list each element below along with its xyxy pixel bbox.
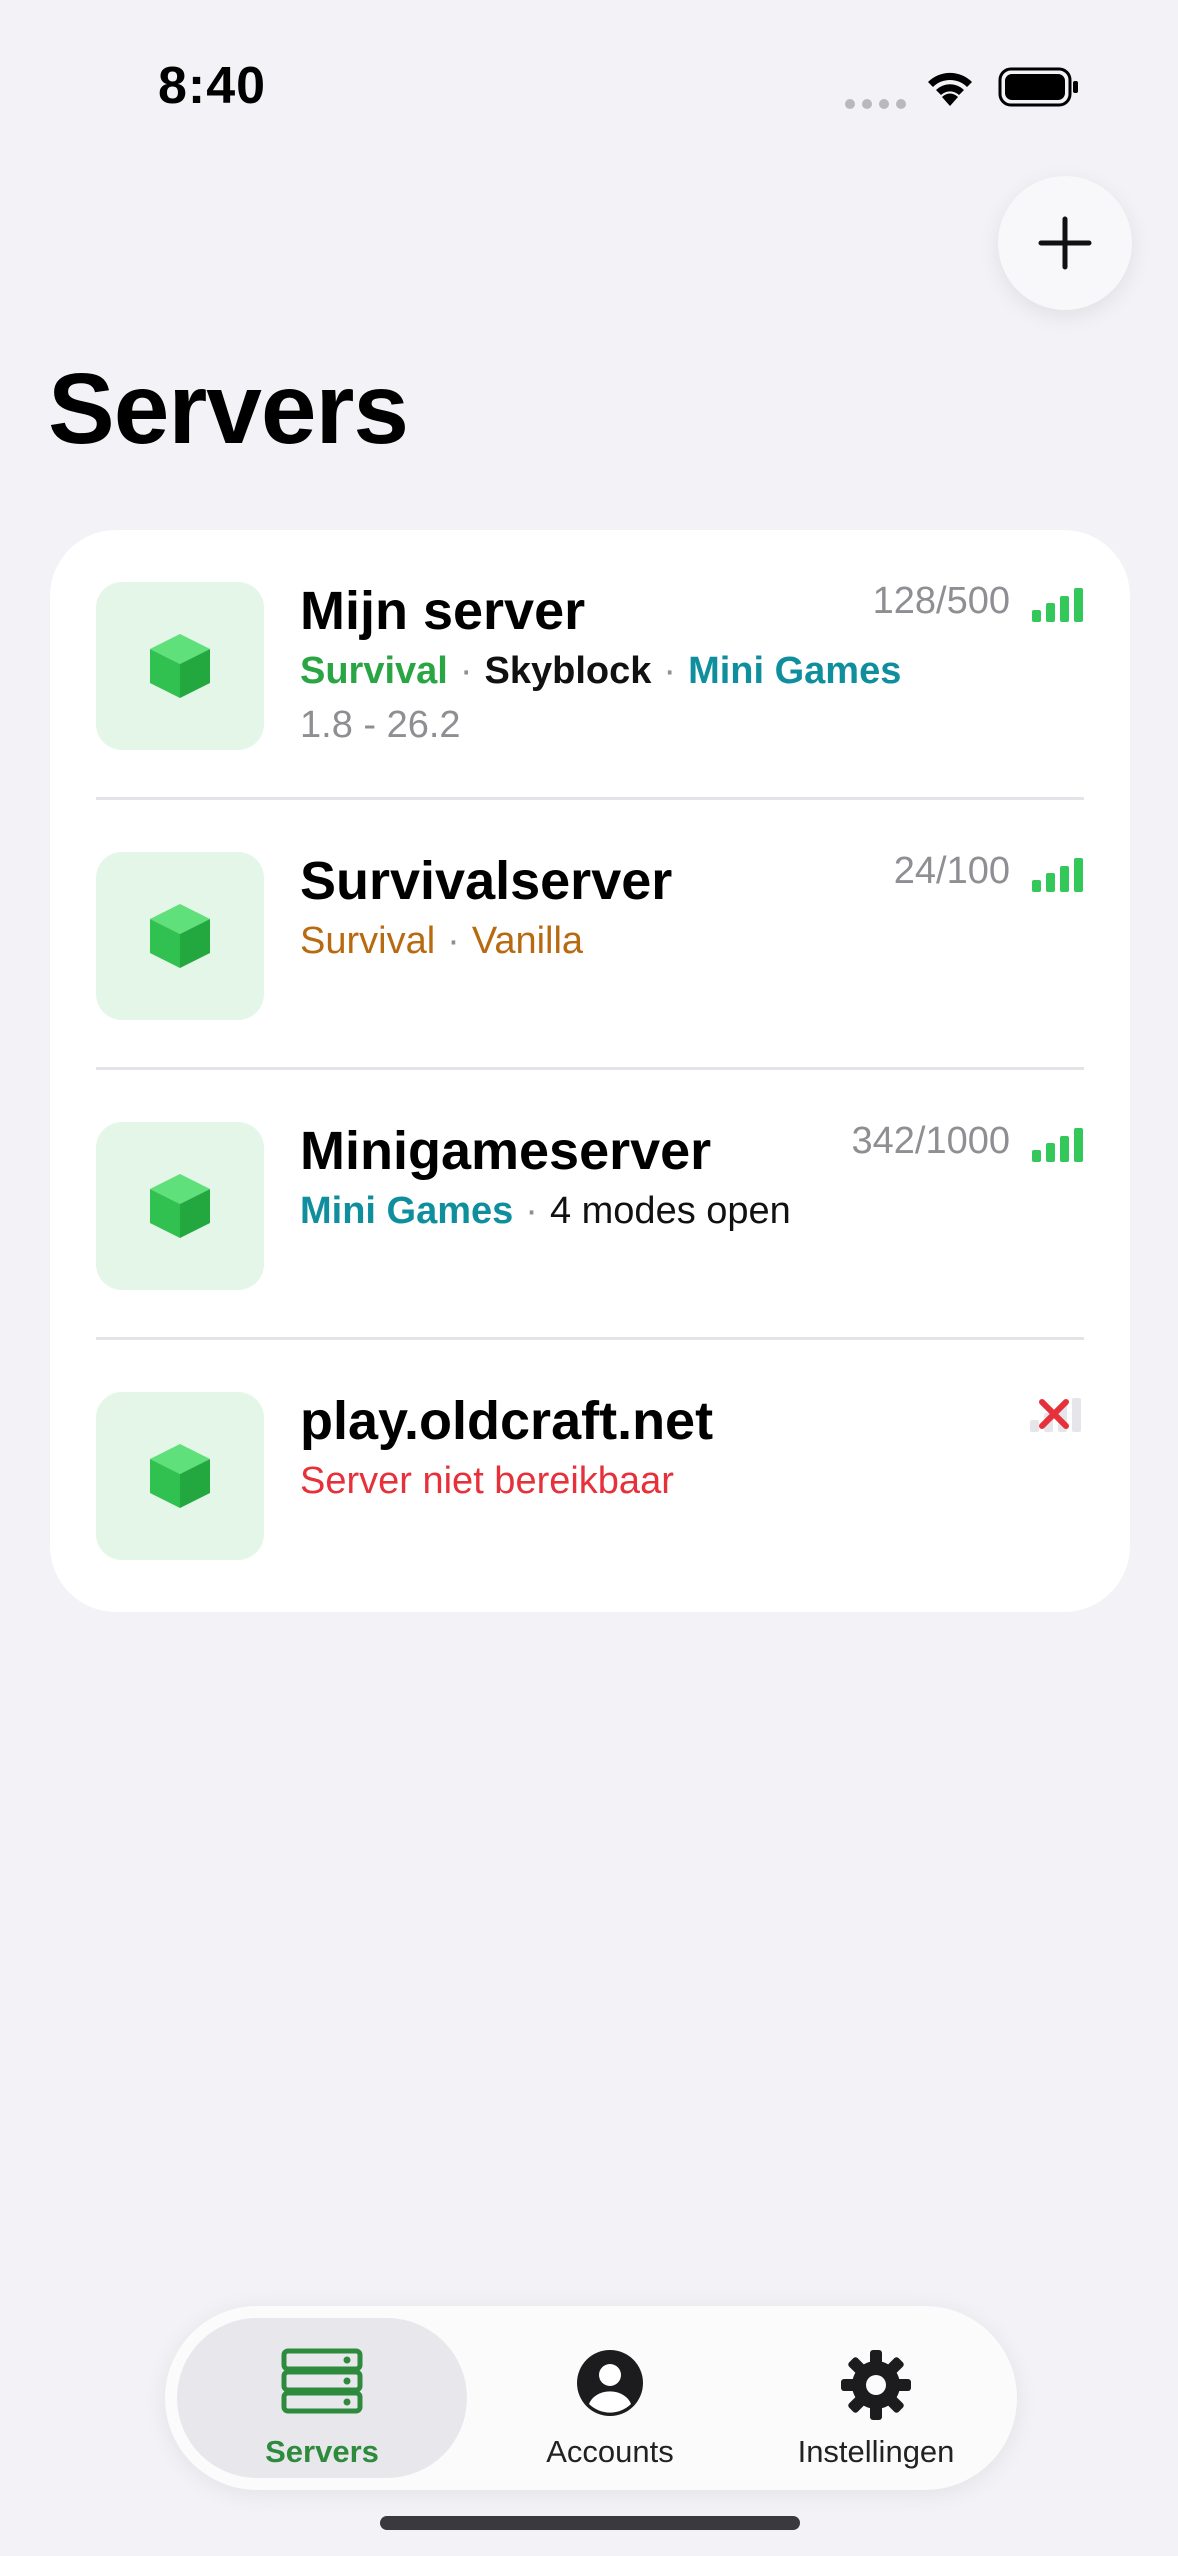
page-title: Servers xyxy=(48,353,409,465)
status-time: 8:40 xyxy=(158,57,267,115)
server-row-oldcraft[interactable]: play.oldcraft.net Server niet bereikbaar xyxy=(50,1340,1130,1610)
player-count: 24/100 xyxy=(893,850,1010,892)
gear-icon xyxy=(841,2350,911,2420)
server-icon-tile xyxy=(96,1392,264,1560)
tab-accounts[interactable]: Accounts xyxy=(465,2318,755,2478)
server-icon-tile xyxy=(96,582,264,750)
cellular-signal-icon xyxy=(845,96,913,114)
tab-bar: Servers Accounts Instellingen xyxy=(165,2306,1017,2490)
server-name: Mijn server xyxy=(300,581,586,641)
signal-strength-icon xyxy=(1032,588,1083,622)
server-icon-tile xyxy=(96,852,264,1020)
tab-label: Instellingen xyxy=(797,2434,955,2469)
server-name: Survivalserver xyxy=(300,851,673,911)
player-count: 342/1000 xyxy=(851,1120,1011,1162)
server-tags: Survival · Skyblock · Mini Games xyxy=(300,650,902,692)
tag-vanilla: Vanilla xyxy=(471,920,584,962)
server-tags: Mini Games · 4 modes open xyxy=(300,1190,791,1232)
battery-icon xyxy=(998,67,1078,107)
add-server-button[interactable] xyxy=(998,176,1132,310)
cube-icon xyxy=(150,634,210,698)
tag-survival: Survival xyxy=(300,920,436,962)
tag-survival: Survival xyxy=(300,650,448,692)
cube-icon xyxy=(150,904,210,968)
status-bar: 8:40 xyxy=(0,0,1178,170)
tag-mini-games: Mini Games xyxy=(300,1190,514,1232)
player-count: 128/500 xyxy=(872,580,1010,622)
signal-offline-icon xyxy=(1030,1398,1081,1432)
server-error-message: Server niet bereikbaar xyxy=(300,1460,674,1502)
server-tags: Survival · Vanilla xyxy=(300,920,584,962)
server-list: Mijn server 128/500 Survival · Skyblock · Mi… xyxy=(50,530,1130,1612)
signal-strength-icon xyxy=(1032,858,1083,892)
cube-icon xyxy=(150,1174,210,1238)
server-row-minigameserver[interactable]: Minigameserver 342/1000 Mini Games · 4 mod… xyxy=(50,1070,1130,1340)
home-indicator[interactable] xyxy=(380,2516,800,2530)
signal-strength-icon xyxy=(1032,1128,1083,1162)
person-circle-icon xyxy=(577,2350,643,2416)
tab-servers[interactable]: Servers xyxy=(177,2318,467,2478)
cube-icon xyxy=(150,1444,210,1508)
plus-icon xyxy=(1038,216,1092,270)
tag-modes-open: 4 modes open xyxy=(549,1190,791,1232)
server-rack-icon xyxy=(281,2348,363,2414)
tag-mini-games: Mini Games xyxy=(688,650,902,692)
tag-skyblock: Skyblock xyxy=(484,650,652,692)
wifi-icon xyxy=(928,72,972,106)
server-version: 1.8 - 26.2 xyxy=(300,704,461,746)
server-name: Minigameserver xyxy=(300,1121,712,1181)
server-row-mijn-server[interactable]: Mijn server 128/500 Survival · Skyblock · Mi… xyxy=(50,530,1130,800)
tab-label: Servers xyxy=(265,2434,379,2469)
tab-instellingen[interactable]: Instellingen xyxy=(731,2318,1021,2478)
tab-label: Accounts xyxy=(546,2434,674,2469)
server-name: play.oldcraft.net xyxy=(300,1391,714,1451)
server-icon-tile xyxy=(96,1122,264,1290)
server-row-survivalserver[interactable]: Survivalserver 24/100 Survival · Vanilla xyxy=(50,800,1130,1070)
